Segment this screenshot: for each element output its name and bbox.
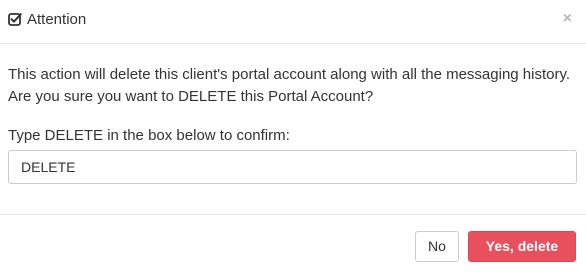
dialog-header: Attention × (0, 0, 586, 44)
yes-delete-button[interactable]: Yes, delete (468, 231, 576, 262)
dialog-title: Attention (27, 11, 87, 28)
dialog-body: This action will delete this client's po… (0, 44, 586, 214)
close-icon[interactable]: × (563, 10, 572, 28)
confirm-delete-dialog: Attention × This action will delete this… (0, 0, 586, 275)
confirm-label: Type DELETE in the box below to confirm: (8, 127, 290, 144)
dialog-footer: No Yes, delete (0, 214, 586, 275)
confirm-delete-input[interactable] (8, 150, 577, 184)
no-button[interactable]: No (415, 231, 459, 262)
check-square-icon (8, 12, 22, 26)
warning-message: This action will delete this client's po… (8, 66, 571, 105)
